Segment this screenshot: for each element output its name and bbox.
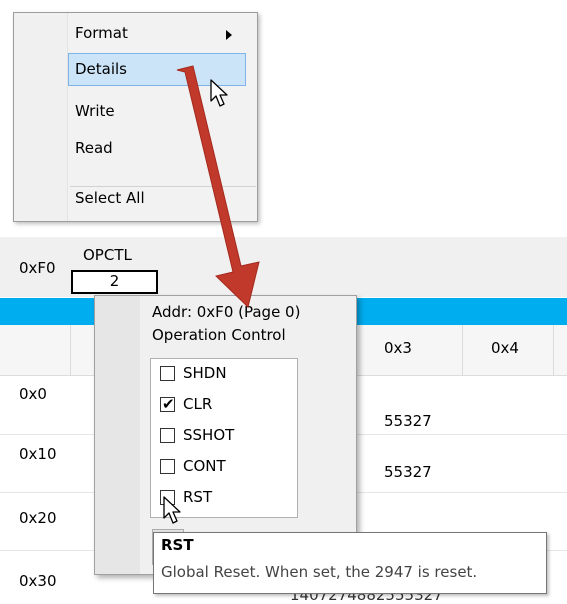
bit-label: SSHOT bbox=[183, 426, 235, 444]
menu-item-label: Read bbox=[75, 139, 113, 157]
popup-side-strip bbox=[95, 296, 140, 574]
menu-item-label: Select All bbox=[75, 189, 145, 207]
bit-clr[interactable]: ✔ CLR bbox=[160, 392, 294, 420]
bit-cont[interactable]: CONT bbox=[160, 454, 294, 482]
submenu-arrow-icon bbox=[226, 30, 232, 40]
register-value-cell[interactable]: 55327 bbox=[384, 463, 432, 481]
column-divider bbox=[462, 325, 463, 375]
row-address-f0: 0xF0 bbox=[19, 259, 56, 277]
menu-item-label: Write bbox=[75, 102, 115, 120]
row-address: 0x10 bbox=[19, 445, 57, 463]
mouse-pointer-icon bbox=[210, 79, 228, 107]
bit-label: CLR bbox=[183, 395, 213, 413]
menu-item-label: Format bbox=[75, 24, 128, 42]
bit-label: SHDN bbox=[183, 364, 227, 382]
bit-label: RST bbox=[183, 488, 213, 506]
checkmark-icon: ✔ bbox=[162, 395, 175, 413]
checkbox[interactable]: ✔ bbox=[160, 395, 175, 413]
bit-label: CONT bbox=[183, 457, 226, 475]
row-address: 0x0 bbox=[19, 385, 47, 403]
register-description-text: Operation Control bbox=[152, 326, 286, 344]
column-divider bbox=[70, 325, 71, 375]
checkbox[interactable] bbox=[160, 428, 175, 443]
row-address: 0x20 bbox=[19, 509, 57, 527]
column-header-0x3: 0x3 bbox=[384, 339, 412, 357]
bitfield-list: SHDN ✔ CLR SSHOT CONT RST bbox=[150, 358, 298, 518]
menu-item-label: Details bbox=[75, 60, 128, 78]
bit-sshot[interactable]: SSHOT bbox=[160, 423, 294, 451]
tooltip-description: Global Reset. When set, the 2947 is rese… bbox=[161, 563, 478, 581]
checkbox[interactable] bbox=[160, 459, 175, 474]
column-header-0x4: 0x4 bbox=[491, 339, 519, 357]
column-header-opctl: OPCTL bbox=[83, 246, 132, 264]
row-address: 0x30 bbox=[19, 572, 57, 590]
tooltip-title: RST bbox=[161, 536, 194, 554]
register-value-cell[interactable]: 55327 bbox=[384, 412, 432, 430]
opctl-value-cell[interactable]: 2 bbox=[71, 270, 158, 294]
checkbox[interactable] bbox=[160, 366, 175, 381]
menu-item-format[interactable]: Format bbox=[14, 16, 257, 52]
bit-shdn[interactable]: SHDN bbox=[160, 361, 294, 389]
mouse-pointer-icon bbox=[163, 496, 181, 524]
bit-tooltip: RST Global Reset. When set, the 2947 is … bbox=[153, 532, 547, 594]
column-divider bbox=[553, 325, 554, 375]
